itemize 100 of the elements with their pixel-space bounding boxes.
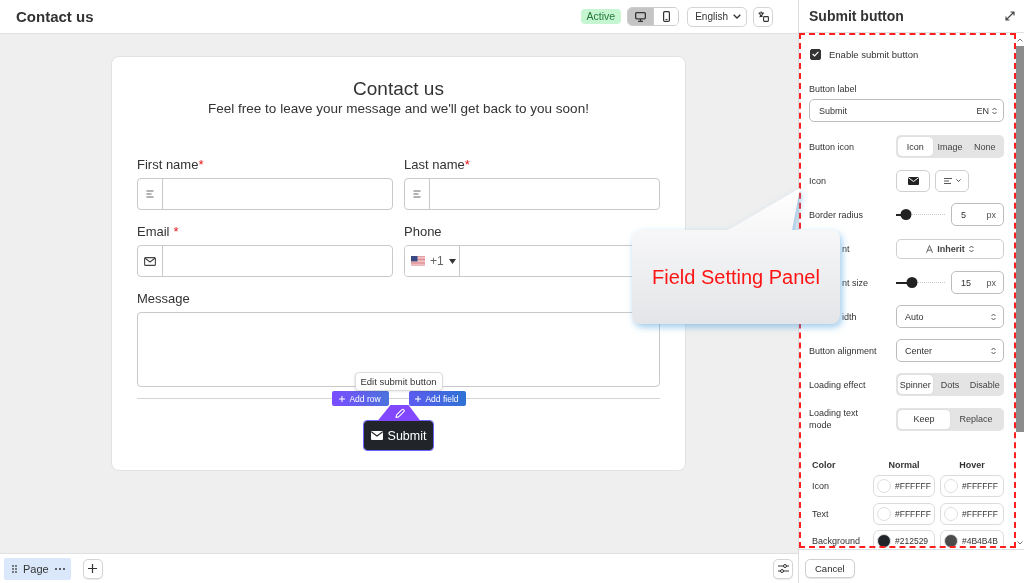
updown-icon <box>991 312 996 321</box>
color-input-field[interactable]: #FFFFFF <box>940 502 1004 525</box>
font-dropdown[interactable]: Inherit <box>896 238 1004 259</box>
envelope-icon <box>907 176 919 185</box>
slider-track[interactable] <box>896 277 945 288</box>
button-label-input[interactable]: Submit EN <box>809 99 1004 122</box>
segment-option[interactable]: Spinner <box>898 375 933 394</box>
device-view-button[interactable] <box>653 8 679 25</box>
select-dropdown[interactable]: Auto <box>896 305 1004 328</box>
color-input-field[interactable]: #212529 <box>873 530 935 549</box>
grip-icon <box>12 564 17 573</box>
align-left-icon <box>943 177 952 184</box>
segment-option[interactable]: Replace <box>950 409 1002 429</box>
mobile-icon <box>662 11 670 22</box>
flag-icon <box>411 256 425 266</box>
segment-option[interactable]: Icon <box>898 137 933 156</box>
field-label: Last name* <box>404 157 470 173</box>
segment-option[interactable]: Disable <box>967 375 1002 394</box>
slider-track[interactable] <box>896 209 945 220</box>
device-view-button[interactable] <box>628 8 654 25</box>
text-input-field[interactable] <box>137 178 393 210</box>
setting-label: nt <box>842 242 850 255</box>
field-label: First name* <box>137 157 204 173</box>
setting-label: Loading effect <box>809 378 866 391</box>
more-icon <box>54 567 65 570</box>
setting-label: Icon <box>809 174 826 187</box>
desktop-icon <box>635 11 647 22</box>
form-subtitle: Feel free to leave your message and we'll get back to you soon! <box>207 100 590 118</box>
add-page-button[interactable] <box>82 558 103 579</box>
mail-icon <box>144 256 156 266</box>
updown-icon <box>991 346 996 355</box>
setting-label: idth <box>842 310 857 323</box>
segment-option[interactable]: Dots <box>932 375 968 394</box>
caret-down-icon <box>448 258 456 264</box>
submit-button[interactable]: Submit <box>363 421 434 450</box>
select-dropdown[interactable]: Center <box>896 339 1004 362</box>
number-input-field[interactable]: 5 px <box>951 203 1004 226</box>
page-title: Contact us <box>16 8 94 25</box>
add-field-button[interactable]: Add field <box>408 391 466 406</box>
cancel-button[interactable]: Cancel <box>805 559 855 578</box>
text-input-field[interactable] <box>404 178 660 210</box>
segment-option[interactable]: Image <box>932 137 968 156</box>
scrollbar-thumb[interactable] <box>1016 46 1024 432</box>
slider-thumb[interactable] <box>900 209 912 220</box>
chevron-down-icon[interactable] <box>1017 541 1023 545</box>
page-tab[interactable]: Page <box>4 557 71 580</box>
color-input-field[interactable]: #4B4B4B <box>940 530 1004 549</box>
text-lines-icon <box>413 190 421 198</box>
text-lines-icon <box>146 190 154 198</box>
field-label: Button label <box>809 83 858 95</box>
expand-icon[interactable] <box>1005 11 1015 21</box>
setting-label: Loading text mode <box>809 407 860 431</box>
checkbox[interactable] <box>810 48 821 60</box>
envelope-icon <box>370 431 383 440</box>
icon-picker-button[interactable] <box>896 169 930 192</box>
color-row-label: Text <box>811 508 829 519</box>
plus-icon <box>415 395 422 402</box>
field-label: Message <box>137 291 190 307</box>
setting-label: nt size <box>842 276 868 289</box>
chevron-down-icon <box>955 179 961 182</box>
setting-label: Border radius <box>809 208 864 221</box>
chevron-up-icon[interactable] <box>1017 38 1023 42</box>
column-header: Color <box>811 459 836 471</box>
column-header: Hover <box>959 459 985 471</box>
color-input-field[interactable]: #FFFFFF <box>873 475 935 497</box>
edit-tooltip: Edit submit button <box>354 372 443 391</box>
sliders-icon <box>777 564 789 573</box>
email-input-field[interactable] <box>137 245 393 277</box>
country-code-select[interactable]: +1 <box>405 246 460 276</box>
updown-icon <box>992 106 997 115</box>
checkbox-label: Enable submit button <box>829 48 919 60</box>
color-input-field[interactable]: #FFFFFF <box>940 475 1004 497</box>
alignment-dropdown[interactable] <box>935 169 969 192</box>
setting-label: Button icon <box>809 140 855 153</box>
translate-button[interactable] <box>753 6 773 27</box>
panel-title: Submit button <box>809 8 904 24</box>
plus-icon <box>88 564 98 573</box>
color-row-label: Icon <box>811 481 829 491</box>
add-row-button[interactable]: Add row <box>331 391 389 406</box>
updown-icon <box>968 244 974 253</box>
number-input-field[interactable]: 15 px <box>951 271 1004 294</box>
pencil-icon <box>394 408 405 419</box>
color-input-field[interactable]: #FFFFFF <box>873 502 935 525</box>
chevron-down-icon <box>733 14 741 19</box>
slider-thumb[interactable] <box>906 277 918 288</box>
edit-handle[interactable] <box>377 405 420 421</box>
setting-label: Button alignment <box>809 344 877 357</box>
field-label: Email * <box>137 224 179 240</box>
status-badge: Active <box>580 9 622 24</box>
font-icon <box>926 244 934 253</box>
language-icon <box>757 11 769 22</box>
form-title: Contact us <box>352 78 445 100</box>
segment-option[interactable]: None <box>967 137 1002 156</box>
check-icon <box>812 51 819 57</box>
settings-button[interactable] <box>773 558 793 579</box>
column-header: Normal <box>888 459 920 471</box>
language-dropdown[interactable]: English <box>687 6 747 27</box>
segment-option[interactable]: Keep <box>898 409 950 429</box>
color-row-label: Background <box>811 536 861 546</box>
field-label: Phone <box>404 224 442 240</box>
